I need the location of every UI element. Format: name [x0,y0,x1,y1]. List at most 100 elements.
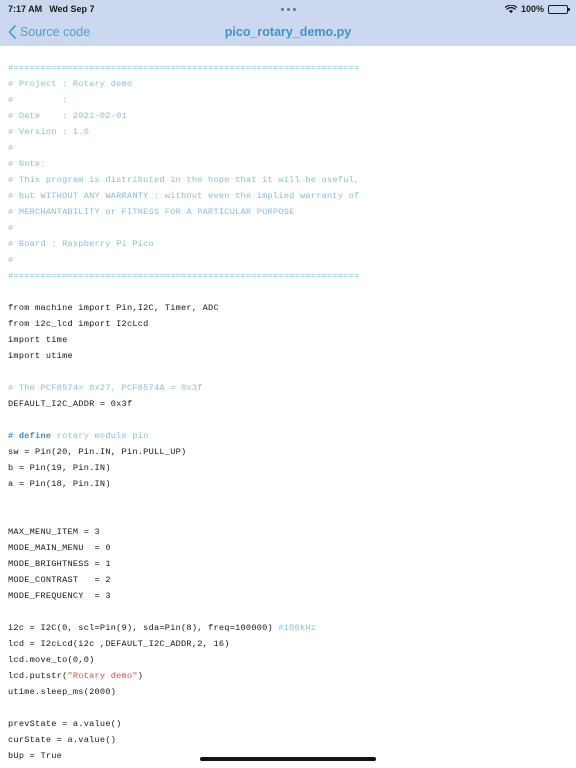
code-line: prevState = a.value() [8,716,576,732]
wifi-icon [504,4,517,14]
code-token: from i2c_lcd import I2cLcd [8,319,149,329]
code-line: # This program is distributed in the hop… [8,172,576,188]
code-line: sw = Pin(20, Pin.IN, Pin.PULL_UP) [8,444,576,460]
code-token: lcd.putstr( [8,671,68,681]
code-token: import utime [8,351,73,361]
code-line: #=======================================… [8,60,576,76]
code-token: sw = Pin(20, Pin.IN, Pin.PULL_UP) [8,447,187,457]
battery-icon [548,4,570,14]
battery-percent-label: 100% [520,4,544,14]
code-line: lcd.move_to(0,0) [8,652,576,668]
code-token: bUp = True [8,751,63,761]
code-line: lcd = I2cLcd(i2c ,DEFAULT_I2C_ADDR,2, 16… [8,636,576,652]
code-line: import time [8,332,576,348]
code-line: lcd.putstr("Rotary demo") [8,668,576,684]
code-viewer[interactable]: #=======================================… [0,46,576,768]
code-token: #=======================================… [8,63,360,73]
code-token: # MERCHANTABILITY or FITNESS FOR A PARTI… [8,207,295,217]
status-date: Wed Sep 7 [49,4,95,14]
code-token: MODE_BRIGHTNESS = 1 [8,559,111,569]
code-token: #=======================================… [8,271,360,281]
code-token: MODE_MAIN_MENU = 0 [8,543,111,553]
code-line: a = Pin(18, Pin.IN) [8,476,576,492]
code-line: # define rotary module pin [8,428,576,444]
navigation-bar: Source code pico_rotary_demo.py [0,18,576,46]
code-token: a = Pin(18, Pin.IN) [8,479,111,489]
code-token: lcd.move_to(0,0) [8,655,95,665]
code-token: ) [137,671,144,681]
code-line: MAX_MENU_ITEM = 3 [8,524,576,540]
code-token: # [8,223,14,233]
code-token: # [8,143,14,153]
code-token: prevState = a.value() [8,719,122,729]
code-line: i2c = I2C(0, scl=Pin(9), sda=Pin(8), fre… [8,620,576,636]
back-button-label: Source code [20,25,91,39]
code-token: import time [8,335,68,345]
status-bar-left: 7:17 AM Wed Sep 7 [8,4,95,14]
code-token: lcd = I2cLcd(i2c ,DEFAULT_I2C_ADDR,2, 16… [8,639,230,649]
code-token: # Project : Rotary demo [8,79,133,89]
code-token: "Rotary demo" [67,671,138,681]
status-bar-right: 100% [504,4,570,14]
code-token: DEFAULT_I2C_ADDR = 0x3f [8,399,133,409]
code-line: # MERCHANTABILITY or FITNESS FOR A PARTI… [8,204,576,220]
code-line: utime.sleep_ms(2000) [8,684,576,700]
code-token: b = Pin(19, Pin.IN) [8,463,111,473]
code-token: # The PCF8574= 0x27, PCF8574A = 0x3f [8,383,203,393]
code-token: #100kHz [278,623,317,633]
code-token: # Date : 2021-02-01 [8,111,127,121]
code-token: # Version : 1.0 [8,127,90,137]
code-token: MODE_CONTRAST = 2 [8,575,111,585]
code-token: utime.sleep_ms(2000) [8,687,117,697]
code-token: MAX_MENU_ITEM = 3 [8,527,100,537]
status-bar: 7:17 AM Wed Sep 7 100% [0,0,576,18]
code-line: MODE_FREQUENCY = 3 [8,588,576,604]
code-line: # Project : Rotary demo [8,76,576,92]
code-line: # Date : 2021-02-01 [8,108,576,124]
code-token: curState = a.value() [8,735,117,745]
code-line: menuIdx = 0 [8,764,576,768]
code-token: # [8,255,14,265]
code-token: # : [8,95,68,105]
multitask-dots-icon[interactable] [280,7,296,11]
code-line: from i2c_lcd import I2cLcd [8,316,576,332]
code-line: b = Pin(19, Pin.IN) [8,460,576,476]
code-line: MODE_MAIN_MENU = 0 [8,540,576,556]
code-line: import utime [8,348,576,364]
code-token: i2c = I2C(0, scl=Pin(9), sda=Pin(8), fre… [8,623,279,633]
code-line: # The PCF8574= 0x27, PCF8574A = 0x3f [8,380,576,396]
chevron-left-icon [8,25,16,39]
code-token: MODE_FREQUENCY = 3 [8,591,111,601]
code-line: # [8,140,576,156]
code-line: from machine import Pin,I2C, Timer, ADC [8,300,576,316]
code-token: # This program is distributed in the hop… [8,175,360,185]
code-line: DEFAULT_I2C_ADDR = 0x3f [8,396,576,412]
code-line: # Board : Raspberry Pi Pico [8,236,576,252]
code-line: # : [8,92,576,108]
code-token: from machine import Pin,I2C, Timer, ADC [8,303,219,313]
code-line: # but WITHOUT ANY WARRANTY : without eve… [8,188,576,204]
code-line: # Note: [8,156,576,172]
code-line: # [8,252,576,268]
code-token: rotary module pin [51,431,149,441]
code-token: # but WITHOUT ANY WARRANTY : without eve… [8,191,360,201]
code-line: # [8,220,576,236]
status-time: 7:17 AM [8,4,43,14]
code-line: # Version : 1.0 [8,124,576,140]
back-button[interactable]: Source code [8,25,90,39]
code-token: # Board : Raspberry Pi Pico [8,239,154,249]
home-indicator[interactable] [200,757,376,761]
code-line: MODE_BRIGHTNESS = 1 [8,556,576,572]
code-line: #=======================================… [8,268,576,284]
code-line: MODE_CONTRAST = 2 [8,572,576,588]
code-token: # Note: [8,159,46,169]
code-line: bUp = True [8,748,576,764]
code-line: curState = a.value() [8,732,576,748]
